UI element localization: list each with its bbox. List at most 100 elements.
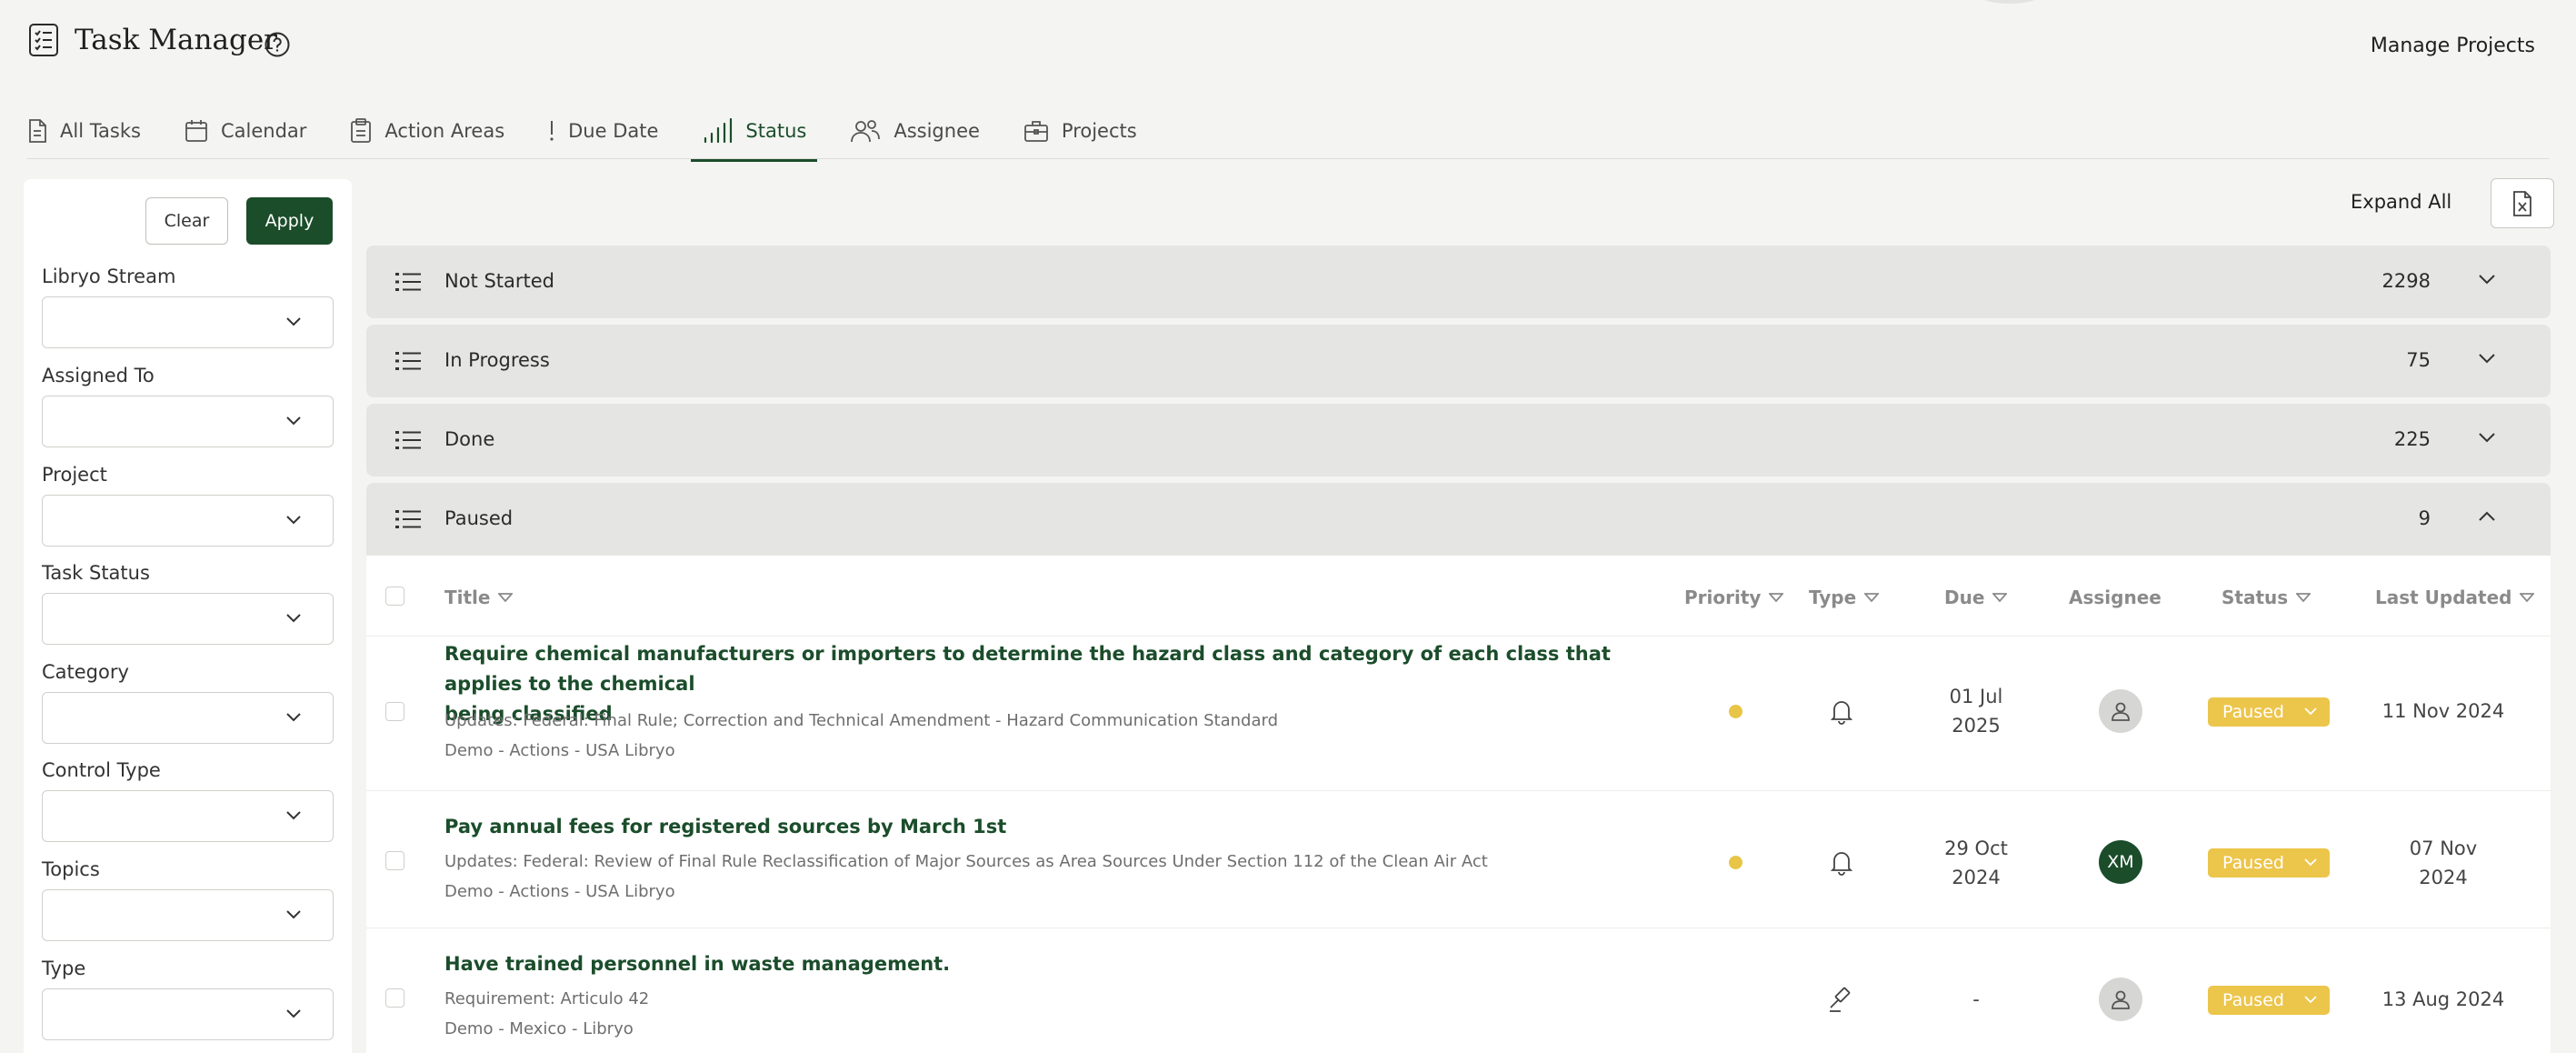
avatar[interactable] [2099, 689, 2142, 733]
last-updated: 13 Aug 2024 [2381, 988, 2505, 1010]
task-stream: Demo - Actions - USA Libryo [444, 741, 675, 760]
group-count: 2298 [2381, 270, 2431, 292]
sort-caret-icon [498, 593, 514, 602]
chevron-down-icon[interactable] [2478, 432, 2496, 443]
chevron-down-icon [2304, 707, 2317, 716]
tab-label: Calendar [220, 120, 307, 142]
filter-label: Task Status [42, 562, 150, 584]
chevron-up-icon[interactable] [2478, 511, 2496, 522]
group-count: 75 [2406, 349, 2431, 371]
excel-file-icon [2513, 190, 2531, 216]
sort-caret-icon [1992, 593, 2008, 602]
column-header-assignee: Assignee [2069, 587, 2162, 608]
task-title[interactable]: Pay annual fees for registered sources b… [444, 812, 1617, 842]
tab-calendar[interactable]: Calendar [185, 102, 306, 160]
filter-label: Assigned To [42, 365, 155, 386]
libryo-stream-select[interactable] [42, 296, 334, 348]
project-select[interactable] [42, 495, 334, 547]
task-subtitle: Requirement: Articulo 42 [444, 989, 650, 1008]
sort-caret-icon [1769, 593, 1784, 602]
help-icon[interactable] [264, 31, 291, 58]
tab-projects[interactable]: Projects [1023, 102, 1137, 160]
status-dropdown[interactable]: Paused [2208, 697, 2330, 727]
tab-label: All Tasks [60, 120, 141, 142]
task-subtitle: Updates: Federal: Final Rule; Correction… [444, 711, 1279, 730]
filter-category: Category [42, 661, 334, 744]
paused-tasks-table: Title Priority Type Due Assignee Status … [366, 556, 2551, 1053]
row-checkbox[interactable] [385, 702, 404, 721]
tab-label: Projects [1061, 120, 1137, 142]
list-icon [395, 352, 421, 370]
apply-button[interactable]: Apply [246, 197, 333, 245]
user-icon [2112, 990, 2130, 1009]
tab-due-date[interactable]: Due Date [548, 102, 658, 160]
page-title: Task Manager [75, 24, 277, 56]
avatar[interactable] [2099, 978, 2142, 1021]
group-label: Done [444, 428, 495, 450]
table-row[interactable]: Require chemical manufacturers or import… [366, 636, 2551, 790]
group-paused[interactable]: Paused 9 [366, 483, 2551, 556]
clear-button[interactable]: Clear [145, 197, 228, 245]
row-checkbox[interactable] [385, 851, 404, 870]
task-subtitle: Updates: Federal: Review of Final Rule R… [444, 852, 1488, 871]
expand-all-button[interactable]: Expand All [2351, 191, 2451, 213]
column-header-last-updated[interactable]: Last Updated [2375, 587, 2535, 608]
column-header-type[interactable]: Type [1809, 587, 1880, 608]
column-header-due[interactable]: Due [1944, 587, 2008, 608]
app-header: Task Manager Manage Projects [0, 0, 2576, 91]
type-select[interactable] [42, 988, 334, 1040]
list-icon [395, 273, 421, 291]
people-icon [851, 120, 881, 143]
group-done[interactable]: Done 225 [366, 404, 2551, 476]
chevron-down-icon [2304, 858, 2317, 867]
group-in-progress[interactable]: In Progress 75 [366, 325, 2551, 397]
filter-label: Project [42, 464, 107, 486]
signal-bars-icon [704, 117, 733, 144]
category-select[interactable] [42, 692, 334, 744]
select-all-checkbox[interactable] [385, 587, 404, 606]
task-title[interactable]: Have trained personnel in waste manageme… [444, 949, 1617, 979]
tab-label: Action Areas [384, 120, 505, 142]
briefcase-icon [1024, 121, 1048, 142]
tabs-divider [27, 158, 2549, 159]
column-header-priority[interactable]: Priority [1684, 587, 1784, 608]
chevron-down-icon[interactable] [2478, 353, 2496, 364]
exclamation-icon [550, 121, 554, 141]
tab-assignee[interactable]: Assignee [850, 102, 980, 160]
avatar[interactable]: XM [2099, 840, 2142, 884]
tab-all-tasks[interactable]: All Tasks [27, 102, 141, 160]
status-dropdown[interactable]: Paused [2208, 848, 2330, 878]
tab-action-areas[interactable]: Action Areas [350, 102, 504, 160]
filter-label: Type [42, 958, 86, 979]
assigned-to-select[interactable] [42, 396, 334, 447]
bell-icon [1830, 701, 1853, 725]
filter-sidebar: Clear Apply Libryo Stream Assigned To Pr… [24, 179, 352, 1053]
chevron-down-icon [286, 713, 301, 722]
chevron-down-icon [286, 811, 301, 820]
task-list-icon [29, 24, 58, 56]
topics-select[interactable] [42, 889, 334, 941]
due-date: 29 Oct 2024 [1944, 837, 2008, 888]
manage-projects-link[interactable]: Manage Projects [2371, 35, 2535, 57]
list-icon [395, 431, 421, 449]
group-not-started[interactable]: Not Started 2298 [366, 246, 2551, 318]
group-count: 225 [2393, 428, 2431, 450]
column-header-status[interactable]: Status [2222, 587, 2311, 608]
export-excel-button[interactable] [2491, 178, 2554, 228]
control-type-select[interactable] [42, 790, 334, 842]
row-checkbox[interactable] [385, 988, 404, 1008]
column-header-title[interactable]: Title [444, 587, 514, 608]
chevron-down-icon [2304, 996, 2317, 1004]
table-row[interactable]: Have trained personnel in waste manageme… [366, 928, 2551, 1053]
filter-type: Type [42, 958, 334, 1040]
table-row[interactable]: Pay annual fees for registered sources b… [366, 790, 2551, 928]
tab-label: Due Date [568, 120, 659, 142]
filter-libryo-stream: Libryo Stream [42, 266, 334, 348]
chevron-down-icon [286, 614, 301, 623]
status-dropdown[interactable]: Paused [2208, 986, 2330, 1015]
filter-label: Libryo Stream [42, 266, 176, 287]
document-icon [29, 119, 46, 143]
task-status-select[interactable] [42, 593, 334, 645]
chevron-down-icon[interactable] [2478, 274, 2496, 285]
tab-status[interactable]: Status [691, 102, 818, 162]
